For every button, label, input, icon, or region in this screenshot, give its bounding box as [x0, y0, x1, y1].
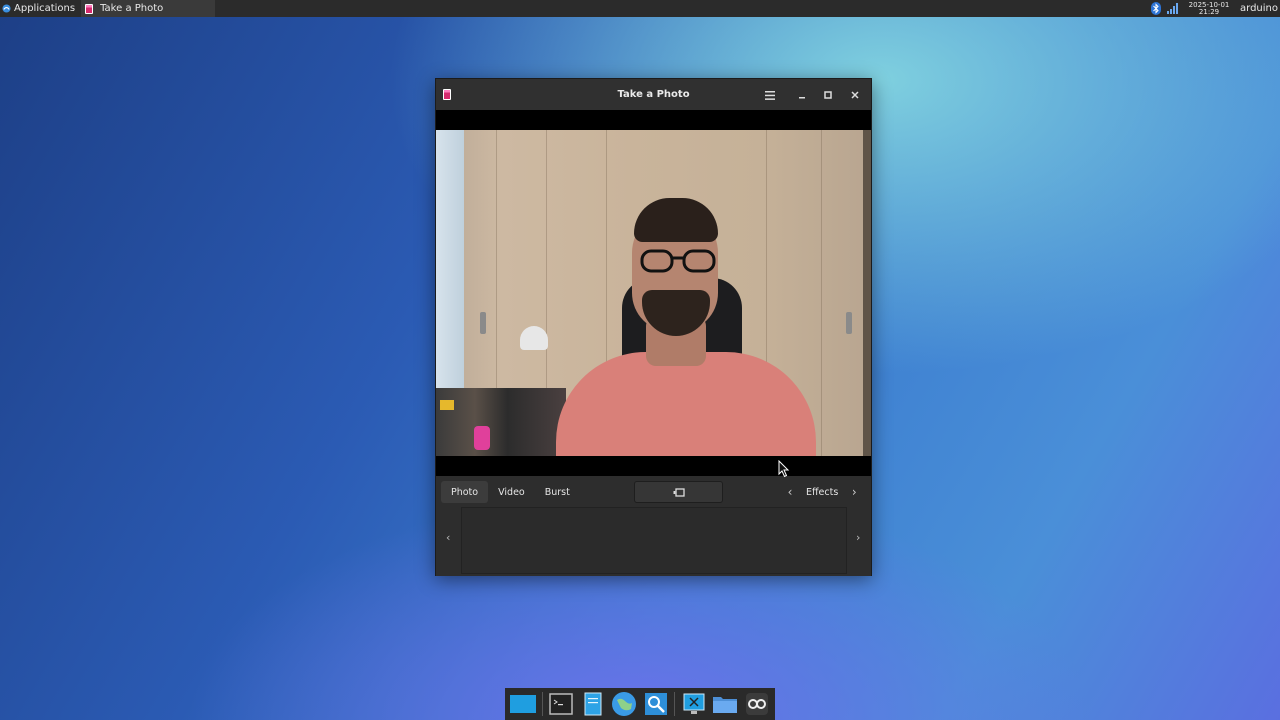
applications-menu[interactable]: Applications — [0, 0, 79, 17]
terminal-icon — [549, 693, 573, 715]
mode-tab-burst[interactable]: Burst — [535, 481, 580, 503]
camera-viewfinder — [436, 110, 871, 476]
dock-separator — [542, 692, 543, 716]
close-button[interactable] — [847, 87, 863, 103]
effects-prev-arrow-icon[interactable]: ‹ — [780, 485, 800, 499]
hamburger-icon — [765, 90, 775, 100]
top-panel: Applications Take a Photo 2025-10-01 21:… — [0, 0, 1280, 17]
system-tray: 2025-10-01 21:29 arduino — [1151, 0, 1280, 17]
camera-controls: Photo Video Burst ‹ Effects › — [436, 476, 871, 576]
taskbar-item-take-a-photo[interactable]: Take a Photo — [81, 0, 216, 17]
mode-tab-video[interactable]: Video — [488, 481, 535, 503]
text-editor-icon — [584, 692, 602, 716]
arduino-icon — [745, 693, 768, 715]
cheese-app-icon — [85, 3, 94, 14]
dock-app-finder[interactable] — [643, 691, 670, 717]
network-signal-icon[interactable] — [1167, 3, 1179, 14]
dock-terminal[interactable] — [548, 691, 575, 717]
user-menu[interactable]: arduino — [1240, 3, 1278, 14]
maximize-button[interactable] — [820, 87, 836, 103]
dock — [505, 688, 775, 720]
take-photo-button[interactable] — [634, 481, 723, 503]
dock-file-manager[interactable] — [712, 691, 739, 717]
camera-icon — [673, 487, 685, 497]
bluetooth-icon[interactable] — [1151, 2, 1162, 15]
close-icon — [851, 91, 859, 99]
maximize-icon — [824, 91, 832, 99]
app-finder-icon — [644, 693, 667, 715]
webcam-feed-image — [436, 130, 871, 456]
effects-button[interactable]: Effects — [800, 487, 844, 498]
dock-arduino-ide[interactable] — [743, 691, 770, 717]
clock[interactable]: 2025-10-01 21:29 — [1188, 1, 1230, 16]
folder-icon — [713, 697, 738, 713]
tray-scroll-left-icon[interactable]: ‹ — [446, 531, 450, 544]
mode-switcher: Photo Video Burst — [441, 481, 580, 503]
thumbnail-tray — [461, 507, 847, 574]
effects-navigation: ‹ Effects › — [780, 481, 864, 503]
minimize-icon — [799, 97, 805, 99]
mode-tab-photo[interactable]: Photo — [441, 481, 489, 503]
mouse-cursor-icon — [778, 460, 790, 478]
dock-show-desktop[interactable] — [509, 691, 537, 717]
web-browser-icon — [612, 692, 637, 716]
hamburger-menu-button[interactable] — [762, 87, 778, 103]
xfce-logo-icon — [2, 4, 11, 13]
window-title: Take a Photo — [617, 89, 690, 100]
dock-text-editor[interactable] — [580, 691, 607, 717]
tray-scroll-right-icon[interactable]: › — [856, 531, 860, 544]
dock-xfce-settings[interactable] — [680, 691, 707, 717]
window-titlebar[interactable]: Take a Photo — [436, 79, 871, 110]
taskbar-item-label: Take a Photo — [100, 3, 164, 14]
take-a-photo-window: Take a Photo Photo Video Burst ‹ Effects… — [435, 78, 872, 576]
show-desktop-icon — [510, 695, 536, 713]
minimize-button[interactable] — [794, 87, 810, 103]
effects-next-arrow-icon[interactable]: › — [844, 485, 864, 499]
xfce-settings-icon — [683, 693, 704, 714]
cheese-app-icon — [443, 89, 451, 100]
dock-web-browser[interactable] — [611, 691, 638, 717]
dock-separator — [674, 692, 676, 716]
applications-label: Applications — [14, 3, 76, 14]
clock-time: 21:29 — [1198, 7, 1220, 16]
